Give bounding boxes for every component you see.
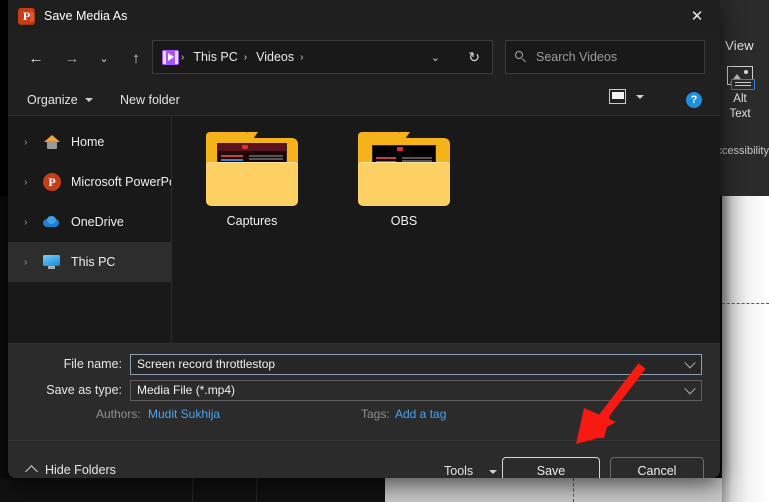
expander-icon[interactable]: ›: [24, 257, 33, 268]
hide-folders-button[interactable]: Hide Folders: [27, 463, 116, 477]
alt-text-button[interactable]: Alt Text: [712, 66, 768, 121]
list-item[interactable]: OBS: [352, 132, 456, 228]
recent-locations-button[interactable]: ⌄: [88, 42, 120, 74]
folder-icon: [206, 132, 298, 206]
new-folder-label: New folder: [120, 93, 180, 107]
file-name-label: File name:: [8, 357, 130, 371]
expander-icon[interactable]: ›: [24, 217, 33, 228]
close-icon[interactable]: ✕: [674, 0, 720, 32]
powerpoint-icon: [18, 8, 35, 25]
organize-button[interactable]: Organize: [27, 84, 93, 115]
new-folder-button[interactable]: New folder: [120, 84, 180, 115]
alt-text-label-line1: Alt: [712, 93, 768, 106]
videos-folder-icon: [162, 50, 179, 65]
breadcrumb-separator-0: ›: [179, 52, 186, 63]
breadcrumb-item-this-pc[interactable]: This PC: [189, 50, 241, 64]
up-button[interactable]: ↑: [120, 42, 152, 74]
cancel-button[interactable]: Cancel: [610, 457, 704, 478]
save-as-type-value: Media File (*.mp4): [137, 383, 235, 397]
search-input[interactable]: Search Videos: [505, 40, 705, 74]
tools-button[interactable]: Tools: [444, 464, 497, 478]
authors-value[interactable]: Mudit Sukhija: [148, 407, 220, 421]
dialog-title-bar: Save Media As ✕: [8, 0, 720, 32]
file-name-row: File name: Screen record throttlestop: [8, 352, 702, 376]
chevron-down-icon[interactable]: [684, 383, 695, 394]
slide-guide-line: [722, 303, 769, 304]
sidebar-item-onedrive[interactable]: › OneDrive: [8, 202, 171, 242]
breadcrumb-separator-2[interactable]: ›: [298, 52, 305, 63]
list-item[interactable]: Captures: [200, 132, 304, 228]
file-name-value: Screen record throttlestop: [137, 357, 275, 371]
search-placeholder: Search Videos: [536, 50, 617, 64]
chevron-down-icon[interactable]: [489, 470, 497, 474]
sidebar-item-label: Microsoft PowerPoi: [71, 175, 171, 189]
navigation-row: ← → ⌄ ↑ › This PC › Videos › ⌄ ↻ Search …: [8, 32, 720, 84]
folder-grid: Captures: [172, 116, 720, 228]
command-bar: Organize New folder ?: [8, 84, 720, 116]
this-pc-icon: [43, 253, 61, 271]
sidebar-item-this-pc[interactable]: › This PC: [8, 242, 171, 282]
refresh-icon[interactable]: ↻: [462, 41, 486, 73]
alt-text-label-line2: Text: [712, 108, 768, 121]
sidebar-item-microsoft-powerpoint[interactable]: › Microsoft PowerPoi: [8, 162, 171, 202]
add-a-tag-link[interactable]: Add a tag: [395, 407, 446, 421]
sidebar-item-home[interactable]: › Home: [8, 122, 171, 162]
dialog-title: Save Media As: [44, 9, 127, 23]
powerpoint-icon: [43, 173, 61, 191]
folder-label: Captures: [200, 214, 304, 228]
view-layout-icon: [609, 89, 626, 104]
save-button[interactable]: Save: [502, 457, 600, 478]
screen-root: View Alt Text Accessibility Save Media A…: [0, 0, 769, 502]
help-icon[interactable]: ?: [686, 92, 702, 108]
file-name-input[interactable]: Screen record throttlestop: [130, 354, 702, 375]
chevron-down-icon[interactable]: ⌄: [423, 41, 448, 73]
dialog-footer: Hide Folders Tools Save Cancel: [8, 440, 720, 478]
search-icon: [515, 51, 528, 64]
forward-button[interactable]: →: [56, 42, 88, 74]
save-as-type-select[interactable]: Media File (*.mp4): [130, 380, 702, 401]
view-options-button[interactable]: [609, 89, 644, 104]
save-as-type-label: Save as type:: [8, 383, 130, 397]
home-icon: [43, 133, 61, 151]
dialog-body: › Home › Microsoft PowerPoi › OneDrive ›: [8, 116, 720, 343]
file-form-area: File name: Screen record throttlestop Sa…: [8, 343, 720, 440]
authors-label: Authors:: [96, 407, 141, 421]
file-list-pane[interactable]: Captures: [172, 116, 720, 343]
expander-icon[interactable]: ›: [24, 137, 33, 148]
tags-label: Tags:: [361, 407, 390, 421]
chevron-down-icon[interactable]: [636, 95, 644, 99]
folder-label: OBS: [352, 214, 456, 228]
breadcrumb-separator-1: ›: [242, 52, 249, 63]
save-media-as-dialog: Save Media As ✕ ← → ⌄ ↑ › This PC › Vide…: [8, 0, 720, 478]
chevron-down-icon: [85, 98, 93, 102]
sidebar-item-label: Home: [71, 135, 104, 149]
metadata-row: Authors: Mudit Sukhija Tags: Add a tag: [8, 404, 720, 428]
sidebar-item-label: This PC: [71, 255, 115, 269]
hide-folders-label: Hide Folders: [45, 463, 116, 477]
folder-icon: [358, 132, 450, 206]
chevron-up-icon: [25, 465, 38, 478]
powerpoint-status-bar-light: [385, 478, 722, 502]
expander-icon[interactable]: ›: [24, 177, 33, 188]
alt-text-icon: [725, 66, 755, 91]
tools-label: Tools: [444, 464, 473, 478]
dialog-title-group: Save Media As: [18, 0, 127, 32]
save-as-type-row: Save as type: Media File (*.mp4): [8, 378, 702, 402]
organize-label: Organize: [27, 93, 78, 107]
chevron-down-icon[interactable]: [684, 357, 695, 368]
address-bar[interactable]: › This PC › Videos › ⌄ ↻: [152, 40, 493, 74]
sidebar-item-label: OneDrive: [71, 215, 124, 229]
back-button[interactable]: ←: [20, 42, 52, 74]
powerpoint-slide-canvas: [722, 196, 769, 502]
onedrive-icon: [43, 213, 61, 231]
navigation-pane: › Home › Microsoft PowerPoi › OneDrive ›: [8, 116, 172, 343]
breadcrumb-item-videos[interactable]: Videos: [252, 50, 298, 64]
